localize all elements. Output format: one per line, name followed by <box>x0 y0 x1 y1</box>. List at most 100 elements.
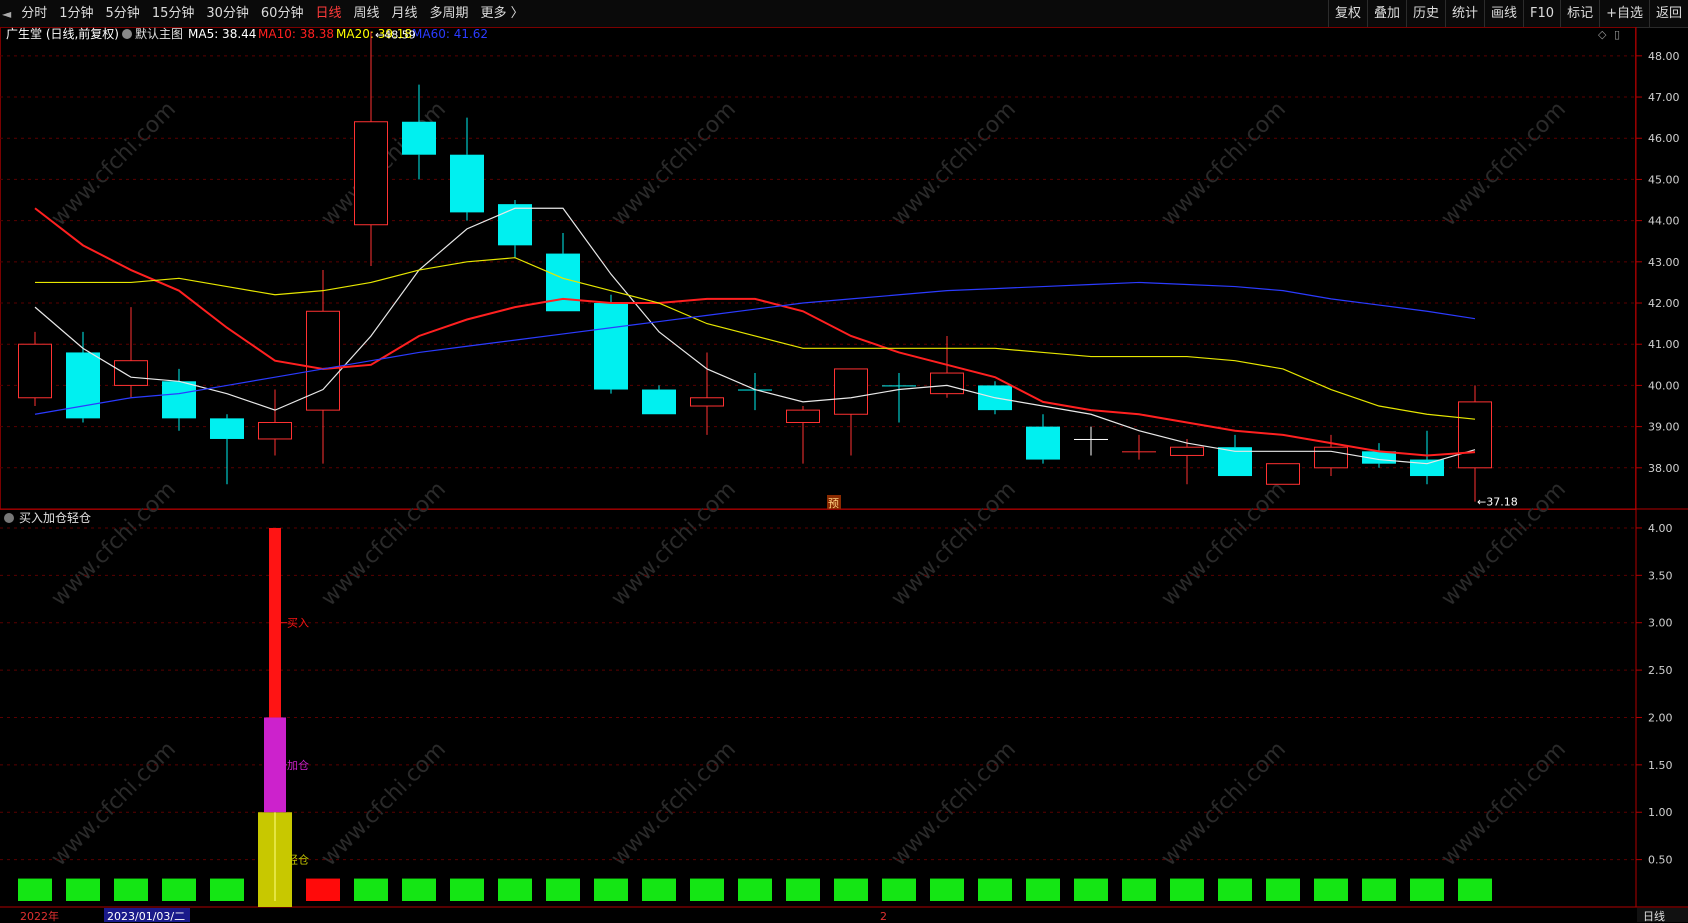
signal-box[interactable] <box>546 878 580 901</box>
candle[interactable] <box>882 373 916 423</box>
signal-box[interactable] <box>1170 878 1204 901</box>
signal-box[interactable] <box>690 878 724 901</box>
signal-box[interactable] <box>882 878 916 901</box>
tab-period[interactable]: 分时 <box>15 0 53 27</box>
tab-period[interactable]: 周线 <box>347 0 385 27</box>
signal-box[interactable] <box>354 878 388 901</box>
chart-canvas[interactable]: 广生堂 (日线,前复权) 默认主图 MA5: 38.44 MA10: 38.38… <box>0 27 1688 923</box>
signal-box[interactable] <box>930 878 964 901</box>
candle[interactable] <box>450 117 484 221</box>
signal-box[interactable] <box>642 878 676 901</box>
history-button[interactable]: 历史 <box>1405 0 1445 27</box>
candle[interactable] <box>1266 463 1300 485</box>
fuquan-button[interactable]: 复权 <box>1327 0 1367 27</box>
signal-box[interactable] <box>1122 878 1156 901</box>
y-tick-label: 44.00 <box>1648 215 1680 228</box>
signal-box[interactable] <box>114 878 148 901</box>
indicator-dropdown-icon[interactable] <box>4 513 14 523</box>
signal-box[interactable] <box>978 878 1012 901</box>
watermark-text: www.cfchi.com <box>607 97 741 231</box>
template-dropdown-icon[interactable] <box>122 29 132 39</box>
candle-body <box>498 204 532 246</box>
candle[interactable] <box>1362 443 1396 468</box>
tab-period[interactable]: 5分钟 <box>100 0 146 27</box>
candle[interactable] <box>66 331 100 423</box>
candle[interactable] <box>1026 414 1060 464</box>
watermark-text: www.cfchi.com <box>317 477 451 611</box>
candle[interactable] <box>1410 430 1444 485</box>
candle-body <box>1170 446 1204 456</box>
candle[interactable] <box>594 294 628 394</box>
watermark-text: www.cfchi.com <box>1437 97 1571 231</box>
signal-box[interactable] <box>210 878 244 901</box>
back-button[interactable]: 返回 <box>1648 0 1688 27</box>
signal-box[interactable] <box>1458 878 1492 901</box>
tab-period[interactable]: 60分钟 <box>255 0 310 27</box>
f10-button[interactable]: F10 <box>1523 0 1560 27</box>
signal-box[interactable] <box>786 878 820 901</box>
signal-box[interactable] <box>66 878 100 901</box>
signal-box[interactable] <box>834 878 868 901</box>
watermark-text: www.cfchi.com <box>887 737 1021 871</box>
tab-period[interactable]: 15分钟 <box>146 0 201 27</box>
watermark-text: www.cfchi.com <box>1157 477 1291 611</box>
signal-box[interactable] <box>162 878 196 901</box>
panel-toggle-icon[interactable]: ▯ <box>1614 28 1620 41</box>
tab-period[interactable]: 30分钟 <box>200 0 255 27</box>
ma10-label: MA10: 38.38 <box>258 27 334 41</box>
y-tick-label: 48.00 <box>1648 50 1680 63</box>
candle-body <box>354 121 388 226</box>
cursor-date: 2023/01/03/二 <box>107 910 185 923</box>
y-tick-label: 47.00 <box>1648 91 1680 104</box>
period-tab[interactable]: 日线 <box>1643 909 1665 923</box>
tab-period[interactable]: 月线 <box>385 0 423 27</box>
candle[interactable] <box>1218 434 1252 477</box>
y-tick-label: 41.00 <box>1648 338 1680 351</box>
signal-box[interactable] <box>1410 878 1444 901</box>
candle[interactable] <box>354 31 388 266</box>
forecast-marker[interactable]: 预 <box>828 497 839 510</box>
candle[interactable] <box>1122 434 1156 460</box>
draw-button[interactable]: 画线 <box>1484 0 1523 27</box>
signal-box[interactable] <box>18 878 52 901</box>
candle[interactable] <box>1458 385 1492 502</box>
signal-box[interactable] <box>306 878 340 901</box>
candle[interactable] <box>1074 426 1108 456</box>
candle[interactable] <box>642 385 676 415</box>
candle[interactable] <box>258 389 292 456</box>
signal-box[interactable] <box>450 878 484 901</box>
candle[interactable] <box>18 331 52 407</box>
signal-box[interactable] <box>1026 878 1060 901</box>
signal-box[interactable] <box>1362 878 1396 901</box>
candle[interactable] <box>690 352 724 435</box>
signal-box[interactable] <box>402 878 436 901</box>
add-watchlist-button[interactable]: +自选 <box>1599 0 1649 27</box>
signal-box[interactable] <box>1074 878 1108 901</box>
watermark-text: www.cfchi.com <box>1157 737 1291 871</box>
candle[interactable] <box>162 368 196 431</box>
candle[interactable] <box>210 414 244 485</box>
signal-box[interactable] <box>498 878 532 901</box>
diamond-icon[interactable]: ◇ <box>1598 28 1607 41</box>
signal-box[interactable] <box>1266 878 1300 901</box>
y-tick-label: 39.00 <box>1648 421 1680 434</box>
candle[interactable] <box>738 373 772 411</box>
overlay-button[interactable]: 叠加 <box>1366 0 1406 27</box>
tab-period-active[interactable]: 日线 <box>309 0 347 27</box>
tab-more[interactable]: 更多 〉 <box>475 0 530 27</box>
watermark-text: www.cfchi.com <box>607 737 741 871</box>
candle[interactable] <box>834 368 868 456</box>
signal-box[interactable] <box>1314 878 1348 901</box>
signal-box[interactable] <box>594 878 628 901</box>
candle[interactable] <box>1170 438 1204 485</box>
collapse-icon[interactable]: ◄ <box>0 7 15 21</box>
candle[interactable] <box>114 307 148 398</box>
signal-box[interactable] <box>1218 878 1252 901</box>
signal-box[interactable] <box>738 878 772 901</box>
mark-button[interactable]: 标记 <box>1560 0 1599 27</box>
stock-title: 广生堂 (日线,前复权) <box>6 27 119 41</box>
tab-period[interactable]: 多周期 <box>424 0 475 27</box>
candle[interactable] <box>786 406 820 464</box>
tab-period[interactable]: 1分钟 <box>53 0 99 27</box>
stats-button[interactable]: 统计 <box>1445 0 1484 27</box>
